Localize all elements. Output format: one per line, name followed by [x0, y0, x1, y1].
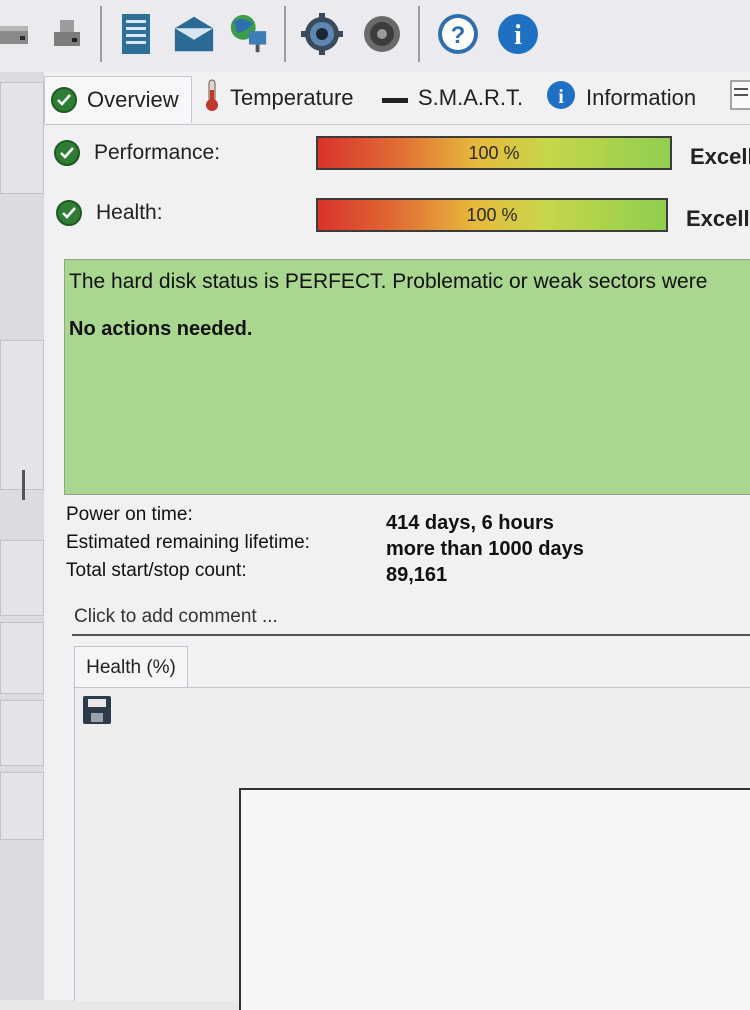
health-chart-panel: [74, 687, 750, 1010]
check-icon: [51, 87, 77, 113]
svg-text:?: ?: [451, 22, 466, 49]
comment-field[interactable]: Click to add comment ...: [72, 600, 750, 636]
tab-smart[interactable]: S.M.A.R.T.: [382, 78, 523, 118]
drive-list-item[interactable]: [0, 622, 44, 694]
tab-overview[interactable]: Overview: [44, 76, 192, 123]
drive-small-icon[interactable]: [44, 8, 88, 60]
tab-label: Temperature: [230, 85, 354, 110]
start-stop-count-label: Total start/stop count:: [66, 560, 247, 581]
tab-overflow[interactable]: [730, 78, 750, 118]
toolbar-separator: [418, 6, 420, 62]
tab-label: Health (%): [86, 657, 176, 678]
start-stop-count-value: 89,161: [386, 564, 448, 586]
network-globe-icon[interactable]: [226, 8, 270, 60]
check-icon: [54, 140, 80, 166]
save-icon[interactable]: [83, 696, 111, 724]
performance-rating: Excell: [690, 144, 750, 169]
performance-value: 100 %: [468, 142, 520, 163]
toolbar-separator: [100, 6, 102, 62]
drive-list-item[interactable]: [0, 700, 44, 766]
remaining-lifetime-value: more than 1000 days: [386, 538, 584, 560]
power-on-time-value: 414 days, 6 hours: [386, 512, 554, 534]
performance-label: Performance:: [94, 141, 221, 164]
drive-list-item[interactable]: [0, 540, 44, 616]
tab-label: Overview: [87, 87, 179, 112]
thermometer-icon: [204, 78, 220, 118]
notepad-icon[interactable]: [114, 8, 158, 60]
health-value: 100 %: [466, 204, 518, 225]
help-icon[interactable]: ?: [436, 8, 480, 60]
tab-information[interactable]: i Information: [546, 78, 696, 118]
tab-label: S.M.A.R.T.: [418, 85, 524, 110]
tab-health-chart[interactable]: Health (%): [74, 646, 188, 689]
remaining-lifetime-label: Estimated remaining lifetime:: [66, 532, 310, 553]
power-on-time-label: Power on time:: [66, 504, 193, 525]
info-icon[interactable]: i: [496, 8, 540, 60]
health-bar: 100 %: [316, 198, 668, 232]
status-message: The hard disk status is PERFECT. Problem…: [69, 270, 708, 293]
performance-bar: 100 %: [316, 136, 672, 170]
check-icon: [56, 200, 82, 226]
toolbar-separator: [284, 6, 286, 62]
drive-list-item[interactable]: [0, 772, 44, 840]
speaker-icon[interactable]: [358, 8, 402, 60]
health-rating: Excell: [686, 206, 750, 231]
toolbar: ? i: [0, 0, 750, 73]
left-drive-panel: [0, 72, 45, 1000]
drive-list-item[interactable]: [0, 340, 44, 490]
performance-row: Performance:: [54, 140, 220, 166]
comment-placeholder: Click to add comment ...: [74, 606, 278, 627]
info-icon: i: [546, 80, 576, 116]
mail-icon[interactable]: [172, 8, 216, 60]
status-message-box: The hard disk status is PERFECT. Problem…: [64, 259, 750, 495]
document-icon: [730, 80, 750, 116]
tab-label: Information: [586, 85, 697, 110]
status-recommendation: No actions needed.: [69, 318, 253, 340]
dash-icon: [382, 85, 408, 111]
settings-gear-icon[interactable]: [300, 8, 344, 60]
main-panel: Overview Temperature S.M.A.R.T. i Inform…: [44, 72, 750, 1010]
tab-bar: Overview Temperature S.M.A.R.T. i Inform…: [44, 72, 750, 125]
splitter-handle[interactable]: [22, 470, 25, 500]
svg-text:i: i: [514, 20, 522, 51]
drive-icon[interactable]: [0, 8, 36, 60]
tab-temperature[interactable]: Temperature: [204, 78, 354, 118]
drive-list-item[interactable]: [0, 82, 44, 194]
health-row: Health:: [56, 200, 163, 226]
health-label: Health:: [96, 201, 163, 224]
svg-text:i: i: [558, 86, 564, 108]
health-chart-area: [239, 788, 750, 1010]
